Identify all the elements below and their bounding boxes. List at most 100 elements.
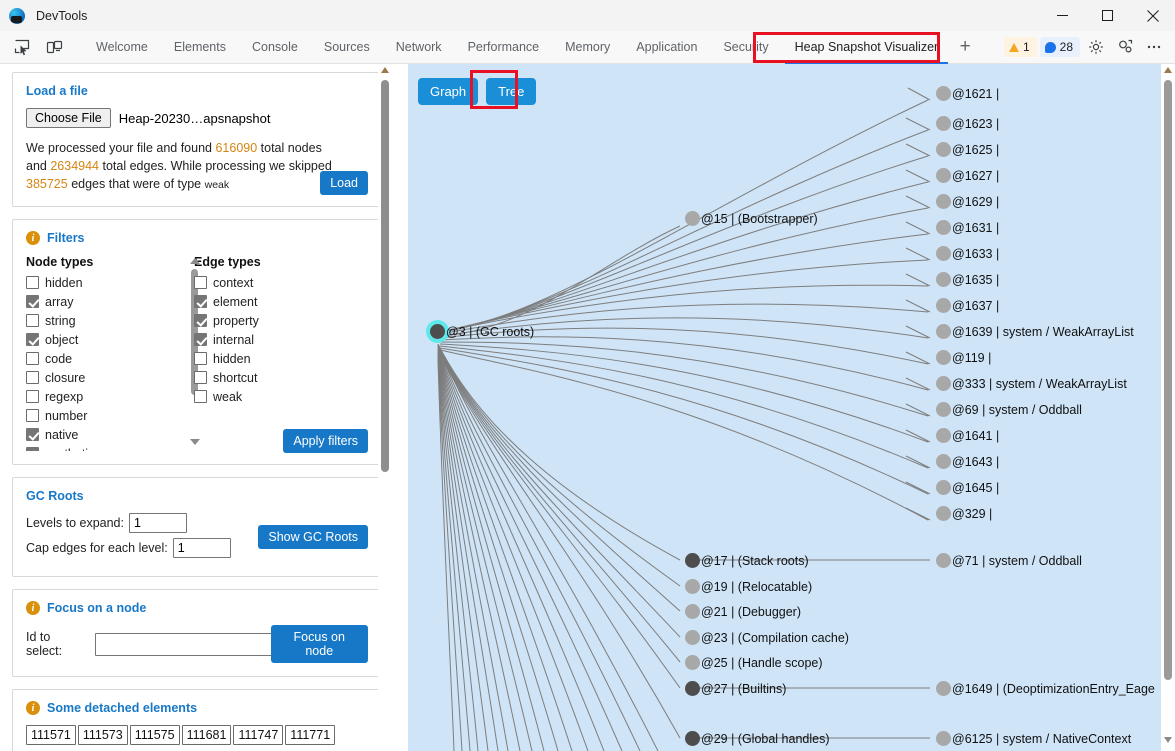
graph-node-1639[interactable]: @1639 | system / WeakArrayList <box>936 324 1134 339</box>
heap-graph-canvas[interactable]: Graph Tree @3 | (GC roots) @15 | (Bootst… <box>408 64 1161 751</box>
graph-node-1627[interactable]: @1627 | <box>936 168 999 183</box>
load-button[interactable]: Load <box>320 171 368 195</box>
more-options-icon[interactable] <box>1141 35 1167 59</box>
focus-on-node-button[interactable]: Focus on node <box>271 625 368 663</box>
graph-node-gc-roots[interactable]: @3 | (GC roots) <box>430 324 534 339</box>
graph-node-1641[interactable]: @1641 | <box>936 428 999 443</box>
tab-application[interactable]: Application <box>623 31 710 64</box>
node-dot[interactable] <box>936 731 951 746</box>
apply-filters-button[interactable]: Apply filters <box>283 429 368 453</box>
checkbox-node-object[interactable] <box>26 333 39 346</box>
graph-node-1643[interactable]: @1643 | <box>936 454 999 469</box>
node-dot-selected[interactable] <box>430 324 445 339</box>
node-type-synthetic[interactable]: synthetic <box>26 444 166 451</box>
checkbox-node-synthetic[interactable] <box>26 447 39 451</box>
checkbox-node-native[interactable] <box>26 428 39 441</box>
edge-type-hidden[interactable]: hidden <box>194 349 334 368</box>
checkbox-edge-context[interactable] <box>194 276 207 289</box>
graph-node-1625[interactable]: @1625 | <box>936 142 999 157</box>
close-button[interactable] <box>1130 0 1175 31</box>
graph-node-1645[interactable]: @1645 | <box>936 480 999 495</box>
tab-performance[interactable]: Performance <box>455 31 553 64</box>
graph-scroll-thumb[interactable] <box>1164 80 1172 680</box>
checkbox-edge-element[interactable] <box>194 295 207 308</box>
show-gc-roots-button[interactable]: Show GC Roots <box>258 525 368 549</box>
node-dot[interactable] <box>936 402 951 417</box>
message-badge[interactable]: 28 <box>1040 37 1080 57</box>
customize-devtools-icon[interactable] <box>1112 35 1138 59</box>
node-dot-expandable[interactable] <box>685 681 700 696</box>
gear-icon[interactable] <box>1083 35 1109 59</box>
checkbox-node-hidden[interactable] <box>26 276 39 289</box>
graph-node-1649[interactable]: @1649 | (DeoptimizationEntry_Eage <box>936 681 1155 696</box>
node-type-number[interactable]: number <box>26 406 166 425</box>
node-dot[interactable] <box>685 655 700 670</box>
graph-node-global-handles[interactable]: @29 | (Global handles) <box>685 731 830 746</box>
graph-node-6125[interactable]: @6125 | system / NativeContext <box>936 731 1131 746</box>
sidebar-scroll-thumb[interactable] <box>381 80 389 472</box>
checkbox-node-regexp[interactable] <box>26 390 39 403</box>
node-dot[interactable] <box>936 298 951 313</box>
graph-node-compilation-cache[interactable]: @23 | (Compilation cache) <box>685 630 849 645</box>
graph-node-71[interactable]: @71 | system / Oddball <box>936 553 1082 568</box>
tab-network[interactable]: Network <box>383 31 455 64</box>
edge-type-element[interactable]: element <box>194 292 334 311</box>
checkbox-edge-property[interactable] <box>194 314 207 327</box>
node-type-object[interactable]: object <box>26 330 166 349</box>
node-dot[interactable] <box>685 604 700 619</box>
graph-node-handle-scope[interactable]: @25 | (Handle scope) <box>685 655 823 670</box>
node-dot[interactable] <box>685 211 700 226</box>
node-dot[interactable] <box>936 350 951 365</box>
graph-node-1633[interactable]: @1633 | <box>936 246 999 261</box>
tab-welcome[interactable]: Welcome <box>83 31 161 64</box>
device-toolbar-icon[interactable] <box>41 35 67 59</box>
graph-node-debugger[interactable]: @21 | (Debugger) <box>685 604 801 619</box>
tab-sources[interactable]: Sources <box>311 31 383 64</box>
add-tab-button[interactable]: + <box>951 31 979 64</box>
node-type-regexp[interactable]: regexp <box>26 387 166 406</box>
tab-elements[interactable]: Elements <box>161 31 239 64</box>
node-dot[interactable] <box>936 324 951 339</box>
node-type-string[interactable]: string <box>26 311 166 330</box>
node-dot[interactable] <box>936 116 951 131</box>
checkbox-node-closure[interactable] <box>26 371 39 384</box>
node-type-native[interactable]: native <box>26 425 166 444</box>
graph-node-1637[interactable]: @1637 | <box>936 298 999 313</box>
checkbox-node-string[interactable] <box>26 314 39 327</box>
detached-element-chip[interactable]: 111681 <box>182 725 232 745</box>
node-dot[interactable] <box>936 506 951 521</box>
checkbox-edge-shortcut[interactable] <box>194 371 207 384</box>
edge-type-property[interactable]: property <box>194 311 334 330</box>
inspect-element-icon[interactable] <box>9 35 35 59</box>
levels-to-expand-input[interactable] <box>129 513 187 533</box>
graph-node-relocatable[interactable]: @19 | (Relocatable) <box>685 579 812 594</box>
graph-node-stack-roots[interactable]: @17 | (Stack roots) <box>685 553 809 568</box>
node-dot[interactable] <box>936 86 951 101</box>
graph-node-1635[interactable]: @1635 | <box>936 272 999 287</box>
graph-node-1623[interactable]: @1623 | <box>936 116 999 131</box>
sidebar-scrollbar[interactable] <box>378 64 392 751</box>
graph-mode-button[interactable]: Graph <box>418 78 478 105</box>
node-dot-expandable[interactable] <box>685 553 700 568</box>
graph-node-1629[interactable]: @1629 | <box>936 194 999 209</box>
node-dot[interactable] <box>936 194 951 209</box>
node-dot[interactable] <box>685 630 700 645</box>
node-dot[interactable] <box>936 246 951 261</box>
scroll-up-icon[interactable] <box>1164 67 1172 73</box>
scroll-up-icon[interactable] <box>381 67 389 73</box>
node-dot[interactable] <box>936 220 951 235</box>
node-dot[interactable] <box>685 579 700 594</box>
node-dot[interactable] <box>936 376 951 391</box>
node-dot[interactable] <box>936 681 951 696</box>
checkbox-node-array[interactable] <box>26 295 39 308</box>
edge-type-internal[interactable]: internal <box>194 330 334 349</box>
edge-type-weak[interactable]: weak <box>194 387 334 406</box>
node-dot[interactable] <box>936 553 951 568</box>
node-dot[interactable] <box>936 428 951 443</box>
graph-node-329[interactable]: @329 | <box>936 506 992 521</box>
node-type-hidden[interactable]: hidden <box>26 273 166 292</box>
checkbox-node-number[interactable] <box>26 409 39 422</box>
tab-security[interactable]: Security <box>710 31 781 64</box>
scroll-down-icon[interactable] <box>1164 737 1172 743</box>
detached-element-chip[interactable]: 111573 <box>78 725 128 745</box>
